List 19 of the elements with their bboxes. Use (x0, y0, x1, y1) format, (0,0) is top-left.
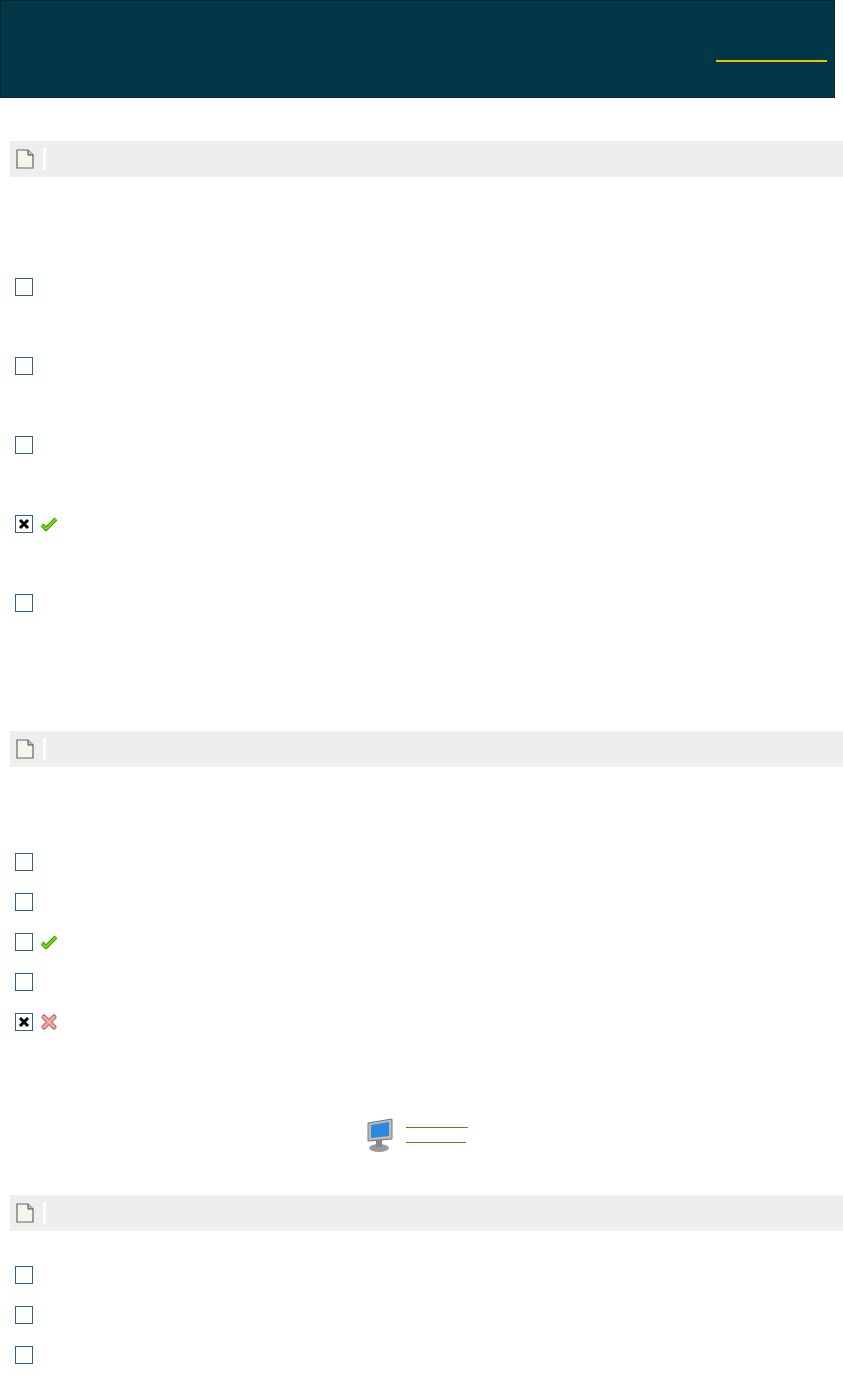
x-mark-icon (18, 1016, 30, 1028)
monitor-icon (365, 1117, 396, 1153)
checkbox[interactable] (15, 1266, 33, 1284)
checkbox[interactable] (15, 278, 33, 296)
checkbox[interactable] (15, 594, 33, 612)
checkbox[interactable] (15, 515, 33, 533)
checkbox[interactable] (15, 933, 33, 951)
checkbox[interactable] (15, 1346, 33, 1364)
checkbox[interactable] (15, 853, 33, 871)
x-mark-icon (18, 518, 30, 530)
checkbox[interactable] (15, 973, 33, 991)
document-icon (16, 739, 34, 759)
checkbox[interactable] (15, 1013, 33, 1031)
document-icon (16, 1203, 34, 1223)
checkbox[interactable] (15, 357, 33, 375)
checkbox[interactable] (15, 893, 33, 911)
checkbox[interactable] (15, 1306, 33, 1324)
checkbox[interactable] (15, 436, 33, 454)
document-icon (16, 149, 34, 169)
